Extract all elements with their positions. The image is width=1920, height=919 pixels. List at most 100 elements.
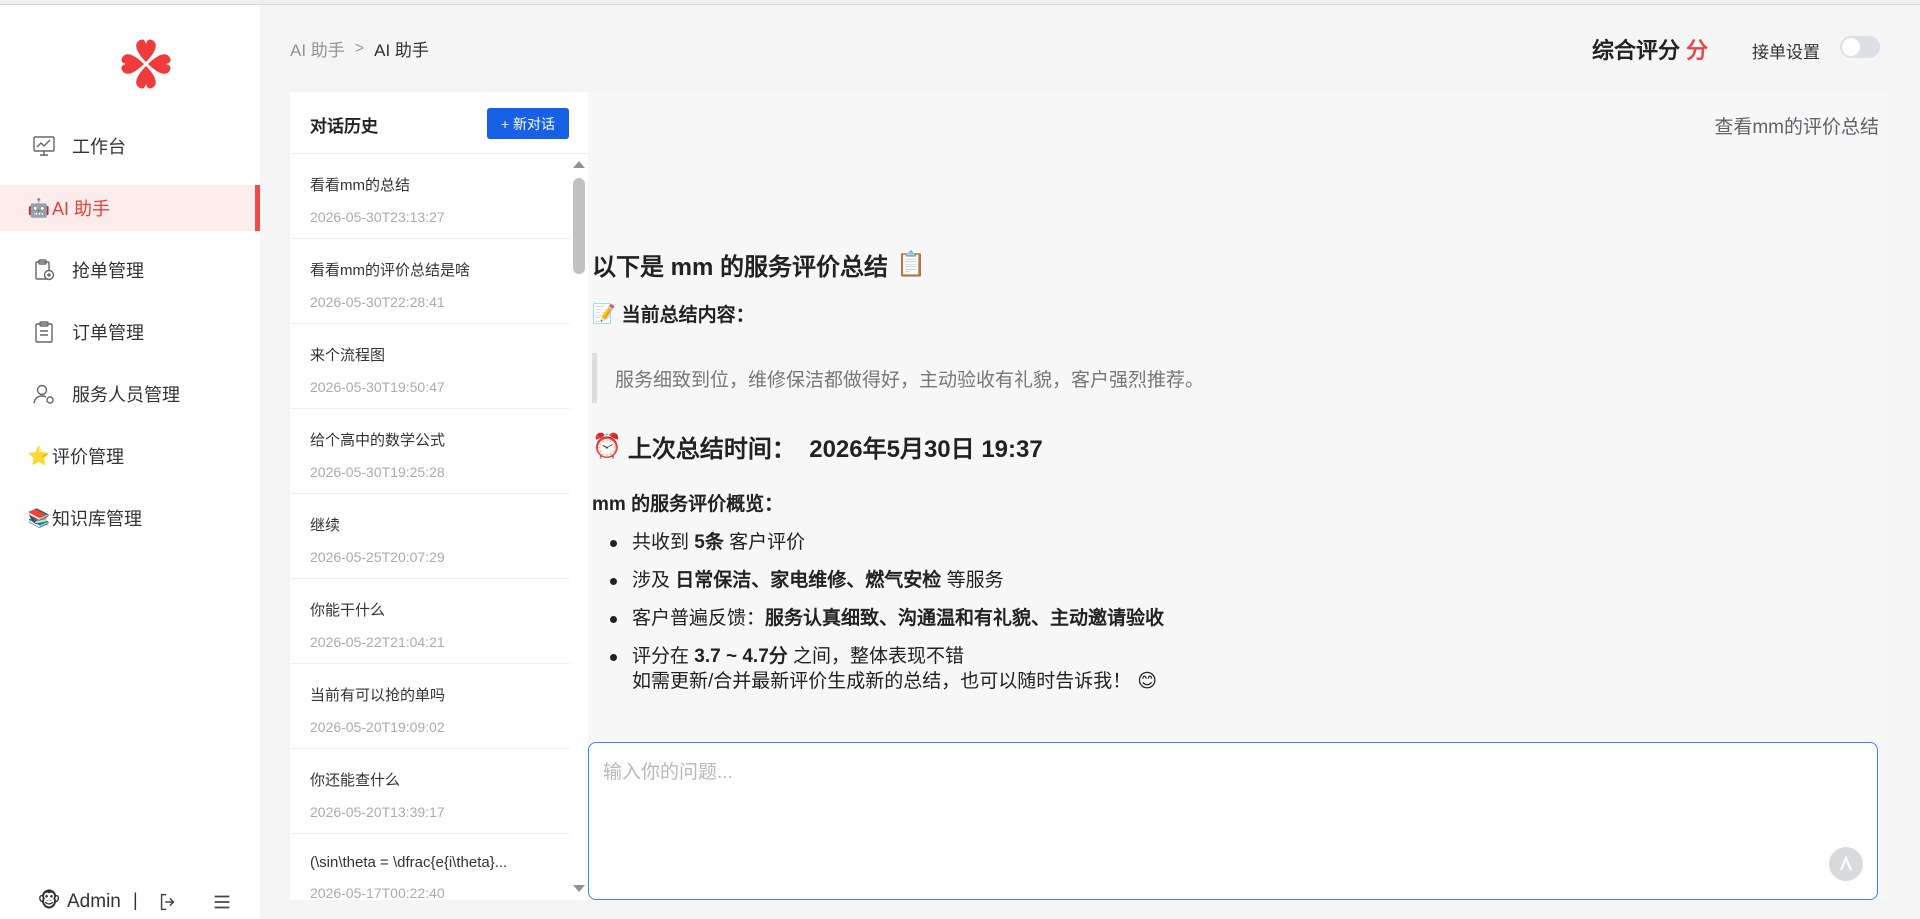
bullet-text: 评分在 [632, 646, 695, 667]
history-item-title: 你能干什么 [310, 602, 386, 619]
sidebar-footer: 🐵 Admin | [0, 883, 260, 919]
sidebar-item-orders[interactable]: 订单管理 [0, 309, 260, 355]
question-input[interactable] [603, 757, 1843, 877]
history-item-title: 看看mm的总结 [310, 177, 410, 194]
user-message: 查看mm的评价总结 [1714, 117, 1879, 138]
robot-face-icon: 🤖 [27, 197, 51, 218]
sidebar-nav: 工作台 🤖 AI 助手 抢单管理 订单管理 服务人员管理 ⭐ 评价管理 📚 知识… [0, 123, 260, 557]
window-top-border [0, 0, 1920, 5]
breadcrumb: AI 助手 > AI 助手 [290, 36, 429, 61]
history-item-time: 2026-05-20T13:39:17 [310, 804, 445, 820]
bullet-bold: 服务认真细致、沟通温和有礼貌、主动邀请验收 [765, 608, 1165, 629]
bullet-bold: 5条 [694, 532, 724, 553]
scroll-up-arrow-icon[interactable] [573, 161, 585, 168]
sidebar-item-label: 知识库管理 [52, 509, 142, 529]
last-summary-time: ⏰ 上次总结时间： 2026年5月30日 19:37 [592, 427, 1792, 465]
overview-title: mm 的服务评价概览： [592, 494, 784, 515]
history-title: 对话历史 [310, 117, 378, 136]
books-icon: 📚 [27, 507, 51, 528]
menu-icon[interactable] [211, 891, 233, 913]
sidebar-item-label: 抢单管理 [72, 261, 144, 281]
logo-icon [121, 39, 171, 89]
sidebar-item-reviews[interactable]: ⭐ 评价管理 [0, 433, 260, 479]
breadcrumb-root[interactable]: AI 助手 [290, 36, 345, 61]
history-item-title: 看看mm的评价总结是啥 [310, 262, 470, 279]
current-summary-text: 当前总结内容： [621, 305, 755, 326]
answer-heading-text: 以下是 mm 的服务评价总结 [592, 253, 889, 281]
chat-history-panel: 对话历史 + 新对话 看看mm的总结 2026-05-30T23:13:27 看看… [290, 92, 588, 900]
order-setting-label: 接单设置 [1752, 43, 1820, 62]
history-item[interactable]: 你还能查什么 2026-05-20T13:39:17 [290, 749, 570, 834]
history-item[interactable]: 看看mm的总结 2026-05-30T23:13:27 [290, 154, 570, 239]
new-chat-button[interactable]: + 新对话 [487, 108, 569, 139]
send-button[interactable] [1829, 847, 1863, 881]
last-summary-time-text: 上次总结时间： 2026年5月30日 19:37 [627, 435, 1043, 463]
sidebar-item-ai-assistant[interactable]: 🤖 AI 助手 [0, 185, 260, 231]
history-item[interactable]: 当前有可以抢的单吗 2026-05-20T19:09:02 [290, 664, 570, 749]
user-gear-icon [32, 382, 56, 406]
alarm-clock-icon: ⏰ [592, 432, 622, 460]
history-item[interactable]: 看看mm的评价总结是啥 2026-05-30T22:28:41 [290, 239, 570, 324]
answer-heading: 以下是 mm 的服务评价总结 📋 [592, 246, 1792, 282]
sidebar-item-label: 服务人员管理 [72, 385, 180, 405]
history-item[interactable]: 继续 2026-05-25T20:07:29 [290, 494, 570, 579]
list-item: 涉及 日常保洁、家电维修、燃气安检 等服务 [608, 562, 1792, 600]
sidebar-item-label: 工作台 [72, 137, 126, 157]
history-item-title: 当前有可以抢的单吗 [310, 687, 446, 704]
bullet-text: 之间，整体表现不错 [787, 646, 965, 667]
list-item: 共收到 5条 客户评价 [608, 524, 1792, 562]
logout-icon[interactable] [157, 891, 179, 913]
list-item: 客户普遍反馈：服务认真细致、沟通温和有礼貌、主动邀请验收 [608, 600, 1792, 638]
toggle-knob [1842, 38, 1860, 56]
bullet-bold: 3.7 ~ 4.7分 [694, 646, 788, 667]
sidebar-item-knowledge-base[interactable]: 📚 知识库管理 [0, 495, 260, 541]
overview-list: 共收到 5条 客户评价 涉及 日常保洁、家电维修、燃气安检 等服务 客户普遍反馈… [592, 524, 1792, 676]
sidebar-item-label: 评价管理 [52, 447, 124, 467]
history-item-title: 来个流程图 [310, 347, 386, 364]
history-scrollbar[interactable] [573, 178, 585, 274]
history-item-time: 2026-05-30T23:13:27 [310, 209, 445, 225]
breadcrumb-current: AI 助手 [374, 41, 429, 60]
star-icon: ⭐ [27, 445, 51, 466]
memo-icon: 📝 [592, 303, 616, 325]
rating-label: 综合评分 [1592, 38, 1681, 63]
chat-input-box [588, 742, 1878, 900]
history-item[interactable]: 来个流程图 2026-05-30T19:50:47 [290, 324, 570, 409]
send-arrow-icon [1839, 855, 1853, 871]
monitor-chart-icon [32, 134, 56, 158]
current-summary-label: 📝 当前总结内容： [592, 300, 1792, 327]
user-name: Admin [67, 891, 121, 912]
chat-area: 查看mm的评价总结 以下是 mm 的服务评价总结 📋 📝 当前总结内容： 服务细致到… [588, 92, 1888, 900]
assistant-message: 以下是 mm 的服务评价总结 📋 📝 当前总结内容： 服务细致到位，维修保洁都做得好… [592, 246, 1792, 693]
history-item-time: 2026-05-30T19:25:28 [310, 464, 445, 480]
history-item-time: 2026-05-30T22:28:41 [310, 294, 445, 310]
footer-separator: | [133, 890, 138, 910]
clipboard-add-icon [32, 258, 56, 282]
sidebar-item-label: 订单管理 [72, 323, 144, 343]
summary-quote: 服务细致到位，维修保洁都做得好，主动验收有礼貌，客户强烈推荐。 [592, 353, 1792, 403]
history-item[interactable]: (\sin\theta = \dfrac{e{i\theta}... 2026-0… [290, 834, 570, 900]
sidebar-item-grab-orders[interactable]: 抢单管理 [0, 247, 260, 293]
history-item-title: 给个高中的数学公式 [310, 432, 446, 449]
list-item: 评分在 3.7 ~ 4.7分 之间，整体表现不错 [608, 638, 1792, 676]
history-item-time: 2026-05-20T19:09:02 [310, 719, 445, 735]
history-item-title: 继续 [310, 517, 341, 534]
history-item-time: 2026-05-22T21:04:21 [310, 634, 445, 650]
history-item-time: 2026-05-30T19:50:47 [310, 379, 445, 395]
sidebar-item-staff[interactable]: 服务人员管理 [0, 371, 260, 417]
order-setting-toggle[interactable] [1840, 36, 1880, 58]
sidebar-item-label: AI 助手 [52, 199, 111, 219]
bullet-text: 客户普遍反馈： [632, 608, 766, 629]
scroll-down-arrow-icon[interactable] [573, 885, 585, 892]
history-item-title: 你还能查什么 [310, 772, 401, 789]
clipboard-list-icon [32, 320, 56, 344]
clipboard-icon: 📋 [896, 250, 926, 278]
history-item-title: (\sin\theta = \dfrac{e{i\theta}... [310, 854, 508, 871]
history-item[interactable]: 给个高中的数学公式 2026-05-30T19:25:28 [290, 409, 570, 494]
history-item-time: 2026-05-25T20:07:29 [310, 549, 445, 565]
bullet-bold: 日常保洁、家电维修、燃气安检 [675, 570, 942, 591]
avatar[interactable]: 🐵 [36, 887, 62, 913]
history-item[interactable]: 你能干什么 2026-05-22T21:04:21 [290, 579, 570, 664]
bullet-text: 共收到 [632, 532, 695, 553]
sidebar-item-workbench[interactable]: 工作台 [0, 123, 260, 169]
